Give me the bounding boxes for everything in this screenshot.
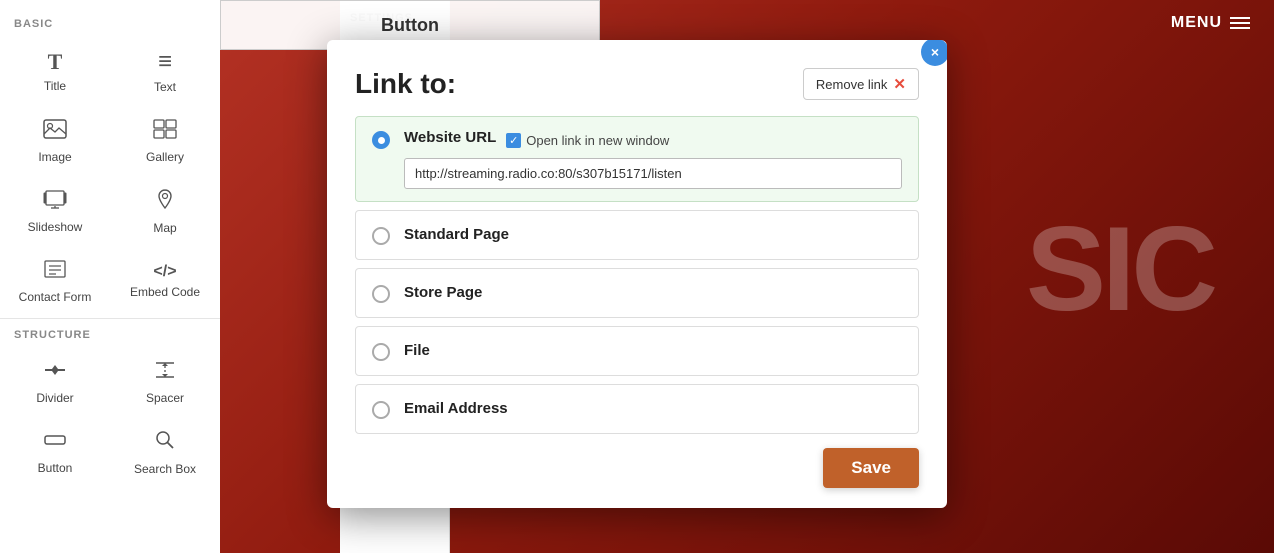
- remove-link-label: Remove link: [816, 77, 888, 92]
- link-to-modal: × Link to: Remove link ✕ Website URL ✓ O…: [327, 40, 947, 508]
- file-title: File: [404, 342, 430, 359]
- file-content: File: [404, 342, 902, 360]
- close-icon: ×: [931, 44, 939, 60]
- remove-link-icon: ✕: [893, 75, 906, 93]
- website-url-title: Website URL: [404, 129, 496, 146]
- link-option-email-address[interactable]: Email Address: [355, 384, 919, 434]
- website-url-content: Website URL ✓ Open link in new window: [404, 129, 902, 189]
- new-window-label: Open link in new window: [526, 133, 669, 148]
- email-address-radio[interactable]: [372, 401, 390, 419]
- file-radio[interactable]: [372, 343, 390, 361]
- modal-overlay: × Link to: Remove link ✕ Website URL ✓ O…: [0, 0, 1274, 553]
- email-address-content: Email Address: [404, 400, 902, 418]
- store-page-title: Store Page: [404, 284, 482, 301]
- standard-page-radio[interactable]: [372, 227, 390, 245]
- standard-page-content: Standard Page: [404, 226, 902, 244]
- link-option-website-url[interactable]: Website URL ✓ Open link in new window: [355, 116, 919, 202]
- standard-page-title: Standard Page: [404, 226, 509, 243]
- link-option-file[interactable]: File: [355, 326, 919, 376]
- email-address-title: Email Address: [404, 400, 508, 417]
- website-url-header-row: Website URL ✓ Open link in new window: [404, 129, 902, 152]
- remove-link-button[interactable]: Remove link ✕: [803, 68, 919, 100]
- modal-close-button[interactable]: ×: [921, 40, 947, 66]
- save-button[interactable]: Save: [823, 448, 919, 488]
- save-label: Save: [851, 458, 891, 477]
- link-option-standard-page[interactable]: Standard Page: [355, 210, 919, 260]
- store-page-content: Store Page: [404, 284, 902, 302]
- new-window-checkbox-label[interactable]: ✓ Open link in new window: [506, 133, 669, 148]
- link-option-store-page[interactable]: Store Page: [355, 268, 919, 318]
- url-input[interactable]: [404, 158, 902, 189]
- store-page-radio[interactable]: [372, 285, 390, 303]
- website-url-radio[interactable]: [372, 131, 390, 149]
- new-window-checkbox[interactable]: ✓: [506, 133, 521, 148]
